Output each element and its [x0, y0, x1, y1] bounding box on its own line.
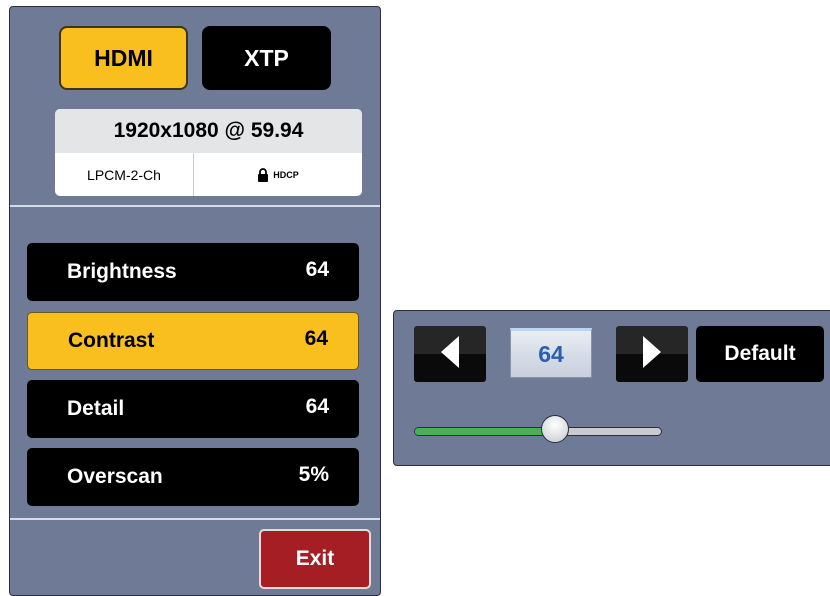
brightness-button[interactable]: Brightness 64: [27, 243, 359, 301]
arrow-left-icon: [439, 334, 461, 375]
contrast-button[interactable]: Contrast 64: [27, 312, 359, 370]
lock-icon: [257, 167, 269, 182]
value-display: 64: [510, 328, 592, 378]
signal-info-row: LPCM-2-Ch HDCP: [55, 153, 362, 196]
hdcp-label: HDCP: [273, 169, 299, 180]
brightness-label: Brightness: [67, 260, 177, 283]
contrast-label: Contrast: [68, 329, 155, 352]
detail-label: Detail: [67, 397, 125, 420]
overscan-label: Overscan: [67, 465, 163, 488]
overscan-value: 5%: [298, 463, 329, 486]
decrease-button[interactable]: [414, 326, 486, 382]
detail-button[interactable]: Detail 64: [27, 380, 359, 438]
value-slider-track[interactable]: [414, 427, 662, 436]
divider-top: [10, 205, 380, 207]
exit-button[interactable]: Exit: [259, 529, 371, 589]
resolution-text: 1920x1080 @ 59.94: [55, 109, 362, 153]
value-slider-fill: [415, 428, 556, 435]
hdcp-status: HDCP: [194, 153, 362, 196]
arrow-right-icon: [641, 334, 663, 375]
default-button[interactable]: Default: [696, 326, 824, 382]
adjust-panel: 64 Default: [393, 310, 830, 466]
value-slider-thumb[interactable]: [541, 415, 570, 443]
hdmi-input-button[interactable]: HDMI: [59, 26, 188, 90]
contrast-value: 64: [304, 327, 328, 350]
signal-info-box: 1920x1080 @ 59.94 LPCM-2-Ch HDCP: [55, 109, 362, 196]
increase-button[interactable]: [616, 326, 688, 382]
audio-format-text: LPCM-2-Ch: [55, 153, 194, 196]
xtp-input-button[interactable]: XTP: [202, 26, 331, 90]
brightness-value: 64: [305, 258, 329, 281]
detail-value: 64: [305, 395, 329, 418]
input-settings-panel: HDMI XTP 1920x1080 @ 59.94 LPCM-2-Ch HDC…: [9, 6, 381, 596]
divider-bottom: [10, 518, 380, 520]
overscan-button[interactable]: Overscan 5%: [27, 448, 359, 506]
